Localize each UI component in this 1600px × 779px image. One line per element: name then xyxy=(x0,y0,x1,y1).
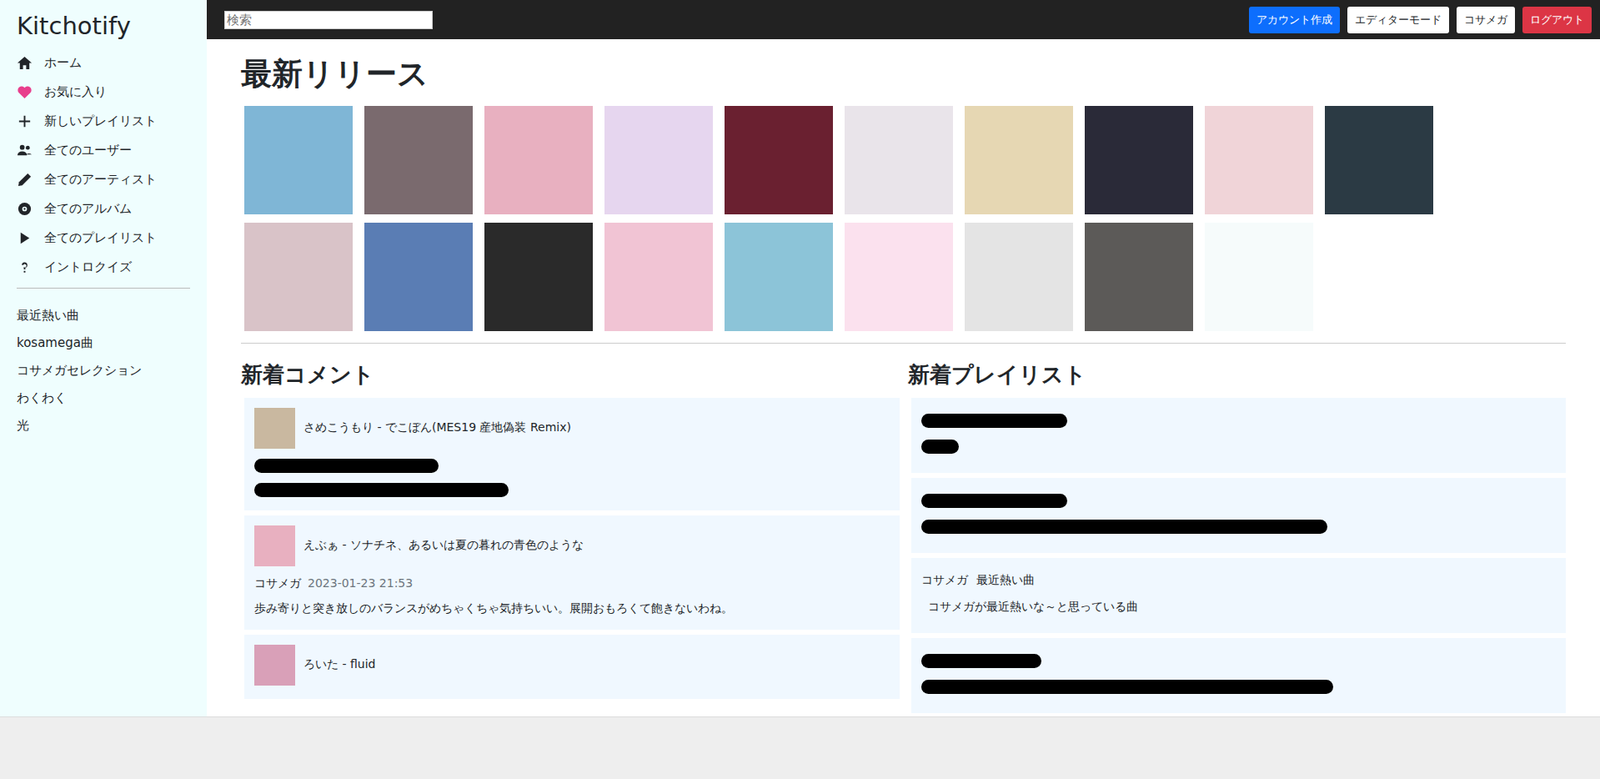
users-icon xyxy=(16,142,33,159)
home-icon xyxy=(16,55,33,71)
section-title: 新着コメント xyxy=(240,361,900,388)
sidebar-item[interactable]: 全てのアルバム xyxy=(16,194,191,224)
album-cover[interactable] xyxy=(1204,222,1314,332)
comment-card[interactable]: えぶぁ - ソナチネ、あるいは夏の暮れの青色のようなコサメガ 2023-01-23… xyxy=(244,515,900,630)
playlist-card[interactable] xyxy=(911,397,1567,473)
comment-card[interactable]: さめこうもり - でこぼん(MES19 産地偽装 Remix) xyxy=(244,397,900,511)
album-cover[interactable] xyxy=(364,222,473,332)
album-cover[interactable] xyxy=(1084,105,1194,215)
app: Kitchotify ホームお気に入り新しいプレイリスト全てのユーザー全てのアーテ… xyxy=(0,0,1600,779)
question-icon xyxy=(16,259,33,276)
sidebar-divider xyxy=(16,287,191,289)
album-cover[interactable] xyxy=(364,105,473,215)
player-bar xyxy=(0,716,1600,779)
comment-time: 2023-01-23 21:53 xyxy=(307,576,413,592)
header-button[interactable]: ログアウト xyxy=(1522,6,1592,34)
playlist-link[interactable]: 光 xyxy=(16,411,191,440)
track-cover xyxy=(254,644,296,686)
album-cover[interactable] xyxy=(724,222,833,332)
comment-user[interactable]: コサメガ xyxy=(254,576,301,592)
playlist-owner[interactable]: コサメガ xyxy=(921,572,969,588)
playlist-card[interactable] xyxy=(911,477,1567,553)
plus-icon xyxy=(16,113,33,130)
album-grid xyxy=(240,105,1566,332)
track-cover xyxy=(254,525,296,567)
track-title[interactable]: さめこうもり - でこぼん(MES19 産地偽装 Remix) xyxy=(303,420,572,436)
album-cover[interactable] xyxy=(244,105,353,215)
album-cover[interactable] xyxy=(964,222,1074,332)
sidebar-item[interactable]: 新しいプレイリスト xyxy=(16,106,191,136)
header-button[interactable]: エディターモード xyxy=(1347,6,1450,34)
sidebar-item[interactable]: 全てのユーザー xyxy=(16,135,191,166)
sidebar-item[interactable]: ホーム xyxy=(16,48,191,78)
album-cover[interactable] xyxy=(844,222,953,332)
main-content: 最新リリース新着コメントさめこうもり - でこぼん(MES19 産地偽装 Rem… xyxy=(206,39,1600,717)
playlist-description: コサメガが最近熱いな～と思っている曲 xyxy=(921,599,1557,615)
album-cover[interactable] xyxy=(1204,105,1314,215)
track-title[interactable]: えぶぁ - ソナチネ、あるいは夏の暮れの青色のような xyxy=(303,537,584,553)
album-cover[interactable] xyxy=(604,222,713,332)
top-bar: アカウント作成エディターモードコサメガログアウト xyxy=(206,0,1600,40)
playlist-link[interactable]: 最近熱い曲 xyxy=(16,301,191,330)
comments-section: 新着コメントさめこうもり - でこぼん(MES19 産地偽装 Remix) えぶぁ… xyxy=(240,361,900,713)
album-cover[interactable] xyxy=(484,222,593,332)
sidebar: Kitchotify ホームお気に入り新しいプレイリスト全てのユーザー全てのアーテ… xyxy=(0,0,207,717)
redacted-mark xyxy=(921,679,1335,694)
separator xyxy=(240,342,1566,344)
playlist-card[interactable] xyxy=(911,637,1567,713)
sidebar-item[interactable]: 全てのアーティスト xyxy=(16,165,191,195)
album-cover[interactable] xyxy=(1084,222,1194,332)
sidebar-item[interactable]: お気に入り xyxy=(16,77,191,107)
playlist-card[interactable]: コサメガ最近熱い曲コサメガが最近熱いな～と思っている曲 xyxy=(911,557,1567,633)
playlists-section: 新着プレイリストコサメガ最近熱い曲コサメガが最近熱いな～と思っている曲 xyxy=(907,361,1567,713)
album-cover[interactable] xyxy=(604,105,713,215)
sidebar-item[interactable]: 全てのプレイリスト xyxy=(16,223,191,253)
redacted-mark xyxy=(254,482,509,497)
redacted-mark xyxy=(254,458,439,473)
search-input[interactable] xyxy=(224,10,433,30)
playlist-name[interactable]: 最近熱い曲 xyxy=(976,572,1035,588)
section-title: 最新リリース xyxy=(240,55,1566,93)
heart-icon xyxy=(16,84,33,101)
playlist-link[interactable]: わくわく xyxy=(16,384,191,412)
album-cover[interactable] xyxy=(964,105,1074,215)
album-cover[interactable] xyxy=(844,105,953,215)
redacted-mark xyxy=(921,653,1043,668)
section-title: 新着プレイリスト xyxy=(907,361,1567,388)
track-title[interactable]: ろいた - fluid xyxy=(303,657,376,673)
redacted-mark xyxy=(921,519,1328,534)
redacted-mark xyxy=(921,493,1068,508)
header-button[interactable]: アカウント作成 xyxy=(1248,6,1340,34)
redacted-mark xyxy=(921,439,960,454)
comment-text: 歩み寄りと突き放しのバランスがめちゃくちゃ気持ちいい。展開おもろくて飽きないわね… xyxy=(254,601,890,617)
album-cover[interactable] xyxy=(244,222,353,332)
album-cover[interactable] xyxy=(484,105,593,215)
pen-icon xyxy=(16,171,33,188)
playlist-link[interactable]: コサメガセレクション xyxy=(16,356,191,385)
app-title[interactable]: Kitchotify xyxy=(16,11,191,41)
header-button[interactable]: コサメガ xyxy=(1456,6,1515,34)
album-cover[interactable] xyxy=(724,105,833,215)
redacted-mark xyxy=(921,413,1068,428)
sidebar-item[interactable]: イントロクイズ xyxy=(16,252,191,282)
album-cover[interactable] xyxy=(1324,105,1434,215)
play-icon xyxy=(16,230,33,246)
disc-icon xyxy=(16,200,33,217)
playlist-link[interactable]: kosamega曲 xyxy=(16,329,191,357)
comment-card[interactable]: ろいた - fluid xyxy=(244,634,900,699)
track-cover xyxy=(254,407,296,449)
